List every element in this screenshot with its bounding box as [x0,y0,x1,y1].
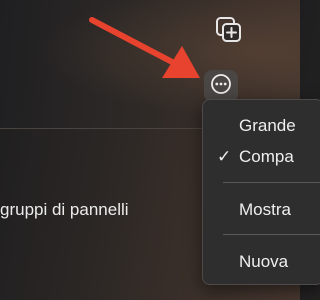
menu-item-label: Mostra [239,200,291,219]
menu-separator [223,182,320,183]
checkmark-icon: ✓ [217,147,232,166]
menu-item-label: Nuova [239,252,289,271]
menu-item-nuova[interactable]: Nuova [203,248,320,276]
new-tab-group-icon [214,15,244,50]
menu-item-mostra[interactable]: Mostra [203,196,320,224]
new-tab-group-button[interactable] [212,16,246,48]
menu-item-compa[interactable]: ✓ Compa [203,143,320,171]
ellipsis-circle-icon [210,73,232,100]
menu-item-label: Grande [239,116,296,135]
menu-item-label: Compa [239,147,294,166]
more-options-button[interactable] [204,70,238,102]
menu-item-grande[interactable]: Grande [203,112,320,140]
menu-separator [223,234,320,235]
context-menu: Grande ✓ Compa Mostra Nuova [202,99,320,285]
tab-groups-text: gruppi di pannelli [0,200,129,219]
